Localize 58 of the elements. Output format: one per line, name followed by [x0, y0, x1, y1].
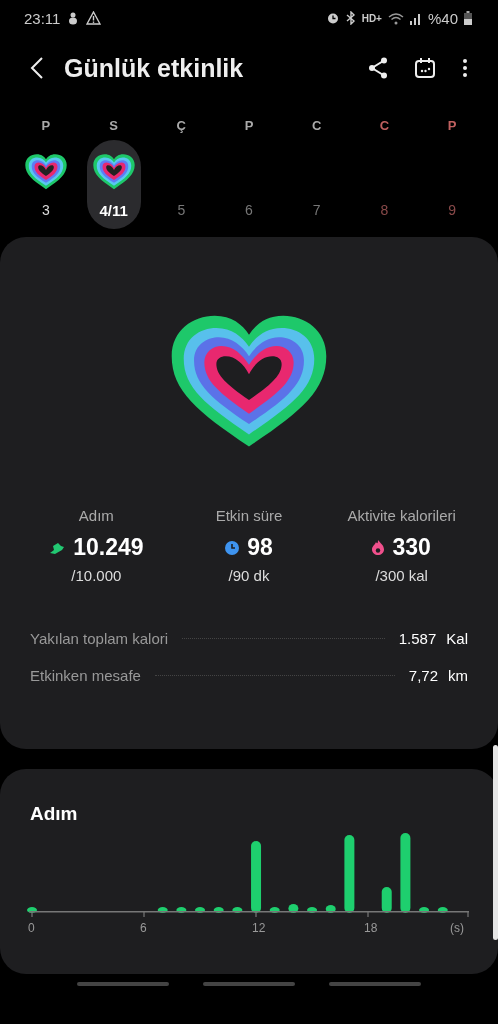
activity-ring-icon	[90, 152, 137, 192]
axis-label: (s)	[450, 921, 464, 935]
stat-goal: /90 dk	[228, 567, 270, 584]
page-title: Günlük etkinlik	[64, 53, 244, 83]
stat-label: Aktivite kalorileri	[347, 507, 456, 524]
weekday-label: P	[41, 118, 51, 134]
axis-label: 6	[140, 921, 147, 935]
share-icon[interactable]	[368, 57, 388, 79]
weekday-label: C	[312, 118, 322, 134]
axis-label: 12	[252, 921, 266, 935]
detail-label: Yakılan toplam kalori	[30, 630, 169, 647]
detail-unit: km	[448, 667, 468, 684]
nav-handle[interactable]	[77, 982, 169, 986]
axis-label: 18	[364, 921, 378, 935]
nav-handle[interactable]	[329, 982, 421, 986]
stat-value: 330	[392, 534, 431, 561]
activity-ring-icon	[22, 152, 69, 192]
weekday-label: Ç	[176, 118, 186, 134]
flame-icon	[372, 540, 385, 555]
warning-icon	[86, 11, 102, 25]
stat-label: Etkin süre	[215, 507, 283, 524]
clock-icon	[225, 540, 240, 555]
signal-icon	[409, 11, 422, 25]
nav-handle[interactable]	[203, 982, 295, 986]
stat-value: 10.249	[73, 534, 144, 561]
calendar-icon[interactable]	[414, 57, 436, 79]
back-icon[interactable]	[30, 56, 44, 80]
stat-goal: /10.000	[71, 567, 122, 584]
selected-day[interactable]: 4/11	[86, 140, 141, 229]
stat-goal: /300 kal	[375, 567, 428, 584]
day-item[interactable]: 7	[289, 140, 344, 228]
detail-label: Etkinken mesafe	[30, 667, 141, 684]
bluetooth-icon	[345, 11, 356, 25]
bar	[381, 887, 392, 913]
weekday-label: P	[244, 118, 254, 134]
detail-unit: Kal	[446, 630, 468, 647]
day-item[interactable]: 8	[357, 140, 412, 228]
status-time: 23:11	[24, 9, 61, 27]
day-item[interactable]: 5	[154, 140, 209, 228]
axis-label: 0	[28, 921, 35, 935]
bar	[251, 841, 262, 913]
detail-value: 1.587	[398, 630, 437, 647]
weekday-label: C	[379, 118, 390, 134]
day-item[interactable]: 3	[18, 140, 73, 228]
network-type: HD+	[361, 12, 382, 24]
stat-label: Adım	[78, 507, 114, 524]
more-icon[interactable]	[462, 58, 468, 78]
chart-title: Adım	[30, 803, 79, 825]
day-item[interactable]: 6	[222, 140, 276, 228]
weekday-label: P	[447, 118, 457, 134]
stat-value: 98	[247, 534, 273, 561]
day-item[interactable]: 9	[425, 140, 480, 228]
weekday-label: S	[109, 118, 118, 134]
detail-value: 7,72	[408, 667, 438, 684]
wifi-icon	[387, 11, 404, 25]
battery-level: %40	[427, 9, 458, 27]
battery-icon	[464, 11, 472, 25]
scrollbar[interactable]	[493, 745, 498, 940]
